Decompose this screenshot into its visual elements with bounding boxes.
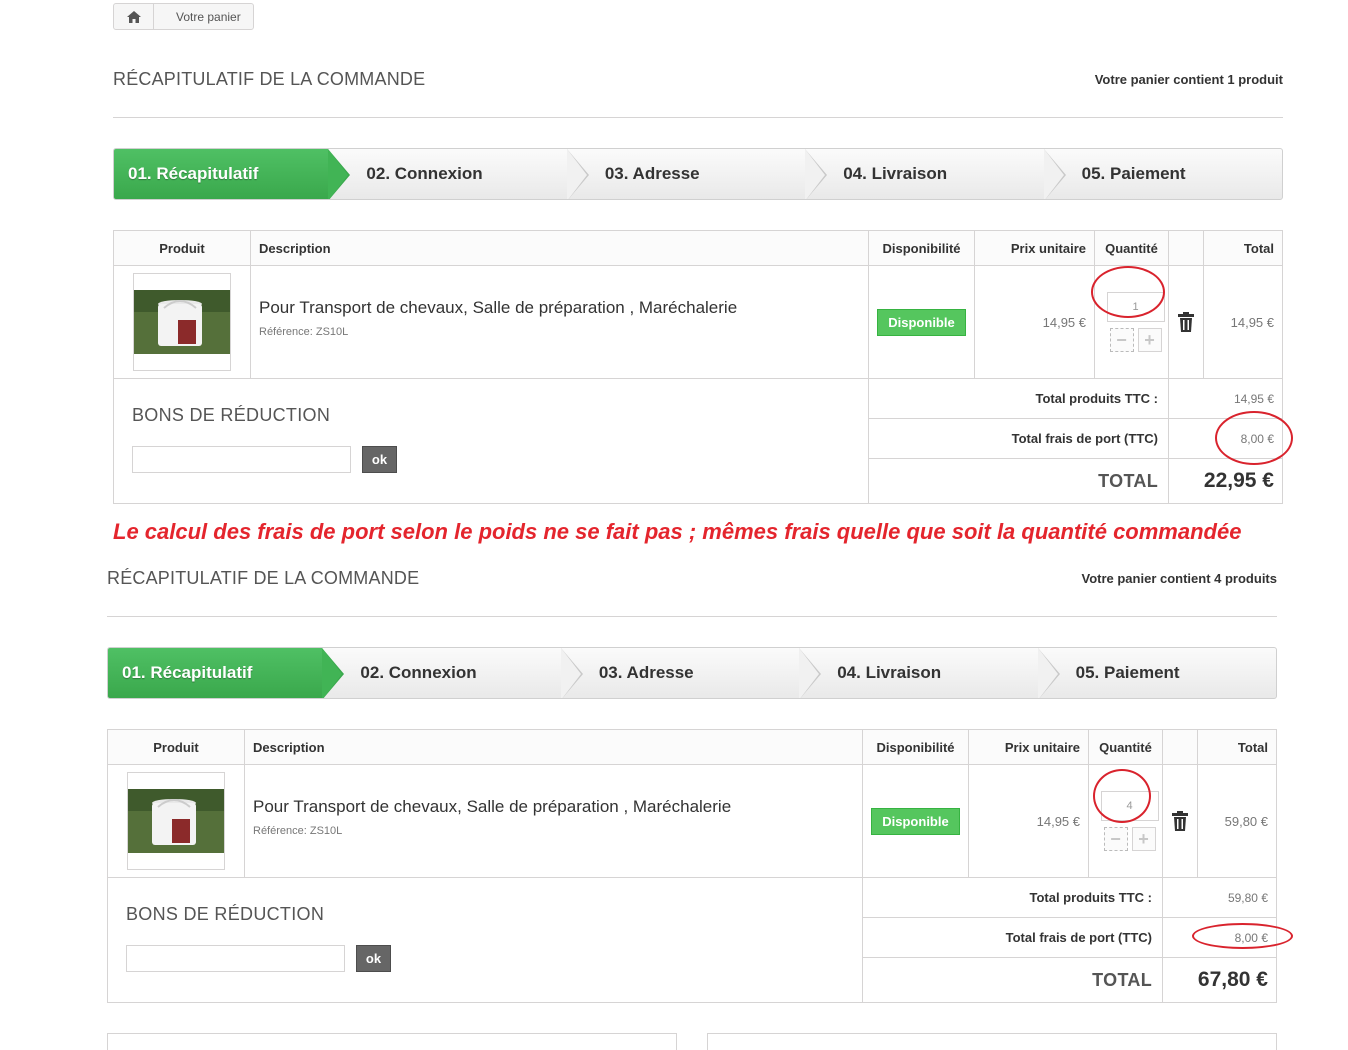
table-header: Produit Description Disponibilité Prix u… bbox=[114, 231, 1282, 266]
trash-icon[interactable] bbox=[1169, 266, 1204, 378]
vouchers-section: BONS DE RÉDUCTION ok bbox=[108, 878, 863, 1002]
grand-total-value: 22,95 € bbox=[1203, 469, 1274, 492]
vouchers-title: BONS DE RÉDUCTION bbox=[126, 904, 325, 924]
quantity-increase-button[interactable]: + bbox=[1137, 328, 1162, 352]
step-login[interactable]: 02. Connexion bbox=[328, 149, 589, 199]
product-name-link[interactable]: Pour Transport de chevaux, Salle de prép… bbox=[259, 298, 737, 318]
availability-badge: Disponible bbox=[871, 807, 960, 835]
line-total: 59,80 € bbox=[1224, 813, 1268, 829]
unit-price: 14,95 € bbox=[969, 765, 1089, 877]
annotation-circle-quantity bbox=[1091, 266, 1165, 318]
voucher-submit-button[interactable]: ok bbox=[356, 945, 391, 972]
col-availability: Disponibilité bbox=[869, 231, 975, 265]
availability-badge: Disponible bbox=[877, 308, 966, 336]
voucher-submit-button[interactable]: ok bbox=[362, 446, 397, 473]
product-image[interactable] bbox=[127, 772, 225, 870]
step-summary[interactable]: 01. Récapitulatif bbox=[114, 149, 351, 199]
cart-count: Votre panier contient 4 produits bbox=[1081, 571, 1277, 586]
step-summary[interactable]: 01. Récapitulatif bbox=[108, 648, 345, 698]
cart-count: Votre panier contient 1 produit bbox=[1094, 72, 1283, 87]
col-quantity: Quantité bbox=[1095, 231, 1169, 265]
page-title: RÉCAPITULATIF DE LA COMMANDE bbox=[113, 69, 426, 89]
line-total: 14,95 € bbox=[1230, 314, 1274, 330]
total-shipping-label: Total frais de port (TTC) bbox=[863, 918, 1163, 957]
col-quantity: Quantité bbox=[1089, 730, 1163, 764]
step-payment[interactable]: 05. Paiement bbox=[1044, 149, 1282, 199]
quantity-decrease-button[interactable]: − bbox=[1103, 827, 1128, 851]
total-products-value: 59,80 € bbox=[1227, 890, 1268, 905]
product-image[interactable] bbox=[133, 273, 231, 371]
annotation-circle-shipping bbox=[1215, 411, 1293, 465]
page-title: RÉCAPITULATIF DE LA COMMANDE bbox=[107, 568, 420, 588]
quantity-decrease-button[interactable]: − bbox=[1109, 328, 1134, 352]
step-address[interactable]: 03. Adresse bbox=[567, 149, 828, 199]
col-total: Total bbox=[1237, 739, 1268, 755]
breadcrumb-current: Votre panier bbox=[176, 9, 241, 24]
quantity-increase-button[interactable]: + bbox=[1131, 827, 1156, 851]
divider bbox=[107, 616, 1277, 617]
annotation-circle-shipping bbox=[1192, 923, 1293, 949]
step-login[interactable]: 02. Connexion bbox=[322, 648, 583, 698]
divider bbox=[113, 117, 1283, 118]
address-block-partial bbox=[707, 1033, 1277, 1050]
total-products-label: Total produits TTC : bbox=[869, 379, 1169, 418]
vouchers-title: BONS DE RÉDUCTION bbox=[132, 405, 331, 425]
breadcrumb: Votre panier bbox=[113, 3, 254, 30]
checkout-steps: 01. Récapitulatif 02. Connexion 03. Adre… bbox=[107, 647, 1277, 699]
product-reference: Référence: ZS10L bbox=[259, 326, 349, 338]
step-shipping[interactable]: 04. Livraison bbox=[799, 648, 1060, 698]
col-total: Total bbox=[1243, 240, 1274, 256]
total-shipping-label: Total frais de port (TTC) bbox=[869, 419, 1169, 458]
checkout-steps: 01. Récapitulatif 02. Connexion 03. Adre… bbox=[113, 148, 1283, 200]
col-description: Description bbox=[245, 730, 863, 764]
col-product: Produit bbox=[114, 231, 251, 265]
table-header: Produit Description Disponibilité Prix u… bbox=[108, 730, 1276, 765]
voucher-input[interactable] bbox=[126, 945, 345, 972]
grand-total-value: 67,80 € bbox=[1197, 968, 1268, 991]
col-product: Produit bbox=[108, 730, 245, 764]
col-unit-price: Prix unitaire bbox=[969, 730, 1089, 764]
vouchers-section: BONS DE RÉDUCTION ok bbox=[114, 379, 869, 503]
annotation-note: Le calcul des frais de port selon le poi… bbox=[113, 519, 1242, 544]
step-address[interactable]: 03. Adresse bbox=[561, 648, 822, 698]
grand-total-label: TOTAL bbox=[869, 459, 1169, 503]
col-availability: Disponibilité bbox=[863, 730, 969, 764]
step-payment[interactable]: 05. Paiement bbox=[1038, 648, 1276, 698]
total-products-label: Total produits TTC : bbox=[863, 878, 1163, 917]
address-block-partial bbox=[107, 1033, 677, 1050]
step-shipping[interactable]: 04. Livraison bbox=[805, 149, 1066, 199]
col-delete bbox=[1163, 730, 1198, 764]
col-description: Description bbox=[251, 231, 869, 265]
product-name-link[interactable]: Pour Transport de chevaux, Salle de prép… bbox=[253, 797, 731, 817]
col-delete bbox=[1169, 231, 1204, 265]
cart-table: Produit Description Disponibilité Prix u… bbox=[107, 729, 1277, 1003]
home-icon[interactable] bbox=[114, 4, 154, 29]
unit-price: 14,95 € bbox=[975, 266, 1095, 378]
col-unit-price: Prix unitaire bbox=[975, 231, 1095, 265]
voucher-input[interactable] bbox=[132, 446, 351, 473]
trash-icon[interactable] bbox=[1163, 765, 1198, 877]
annotation-circle-quantity bbox=[1093, 769, 1151, 823]
grand-total-label: TOTAL bbox=[863, 958, 1163, 1002]
product-reference: Référence: ZS10L bbox=[253, 825, 343, 837]
